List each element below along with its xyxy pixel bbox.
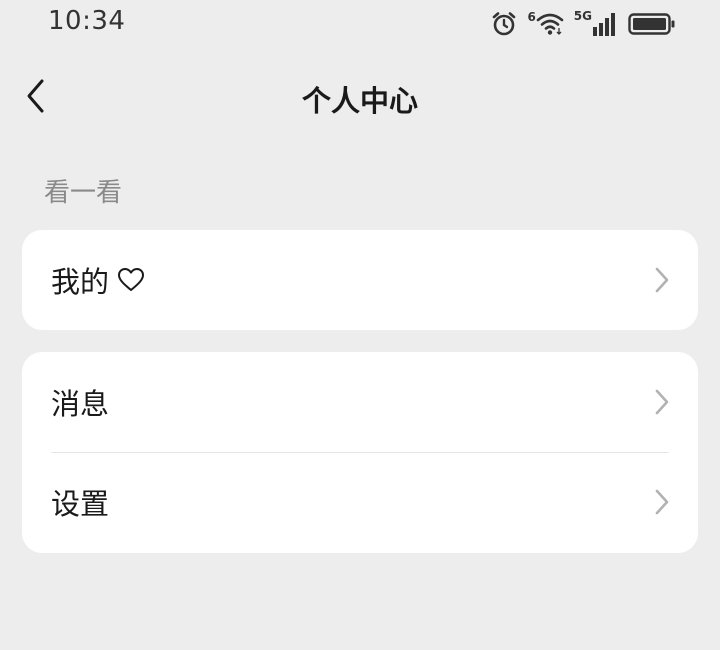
page-title: 个人中心 (301, 84, 418, 118)
list-item-label: 消息 (51, 387, 110, 421)
list-item-mine[interactable]: 我的 (22, 230, 698, 330)
section-label: 看一看 (44, 178, 123, 208)
heart-outline-icon (117, 267, 145, 293)
chevron-right-icon (654, 488, 670, 516)
card-mine: 我的 (22, 230, 698, 330)
list-item-label: 设置 (51, 487, 110, 521)
list-item-mine-label-wrap: 我的 (51, 259, 145, 301)
list-item-label: 我的 (51, 265, 110, 299)
status-icons: 6 5G (491, 8, 676, 40)
alarm-icon (491, 11, 517, 37)
list-item-settings-label-wrap: 设置 (51, 481, 109, 523)
chevron-right-icon (654, 266, 670, 294)
status-bar: 10:34 6 5G (0, 0, 720, 48)
battery-icon (628, 12, 676, 36)
list-item-messages-label-wrap: 消息 (51, 381, 109, 423)
wifi-badge: 6 (527, 10, 536, 24)
list-item-messages[interactable]: 消息 (22, 352, 698, 452)
signal-icon: 5G (573, 9, 618, 37)
chevron-right-icon (654, 388, 670, 416)
status-time: 10:34 (48, 6, 126, 36)
wifi-icon: 6 (527, 10, 564, 36)
list-item-settings[interactable]: 设置 (22, 452, 698, 552)
network-label: 5G (573, 9, 592, 23)
card-messages-settings: 消息 设置 (22, 352, 698, 553)
nav-bar: 个人中心 (0, 60, 720, 136)
